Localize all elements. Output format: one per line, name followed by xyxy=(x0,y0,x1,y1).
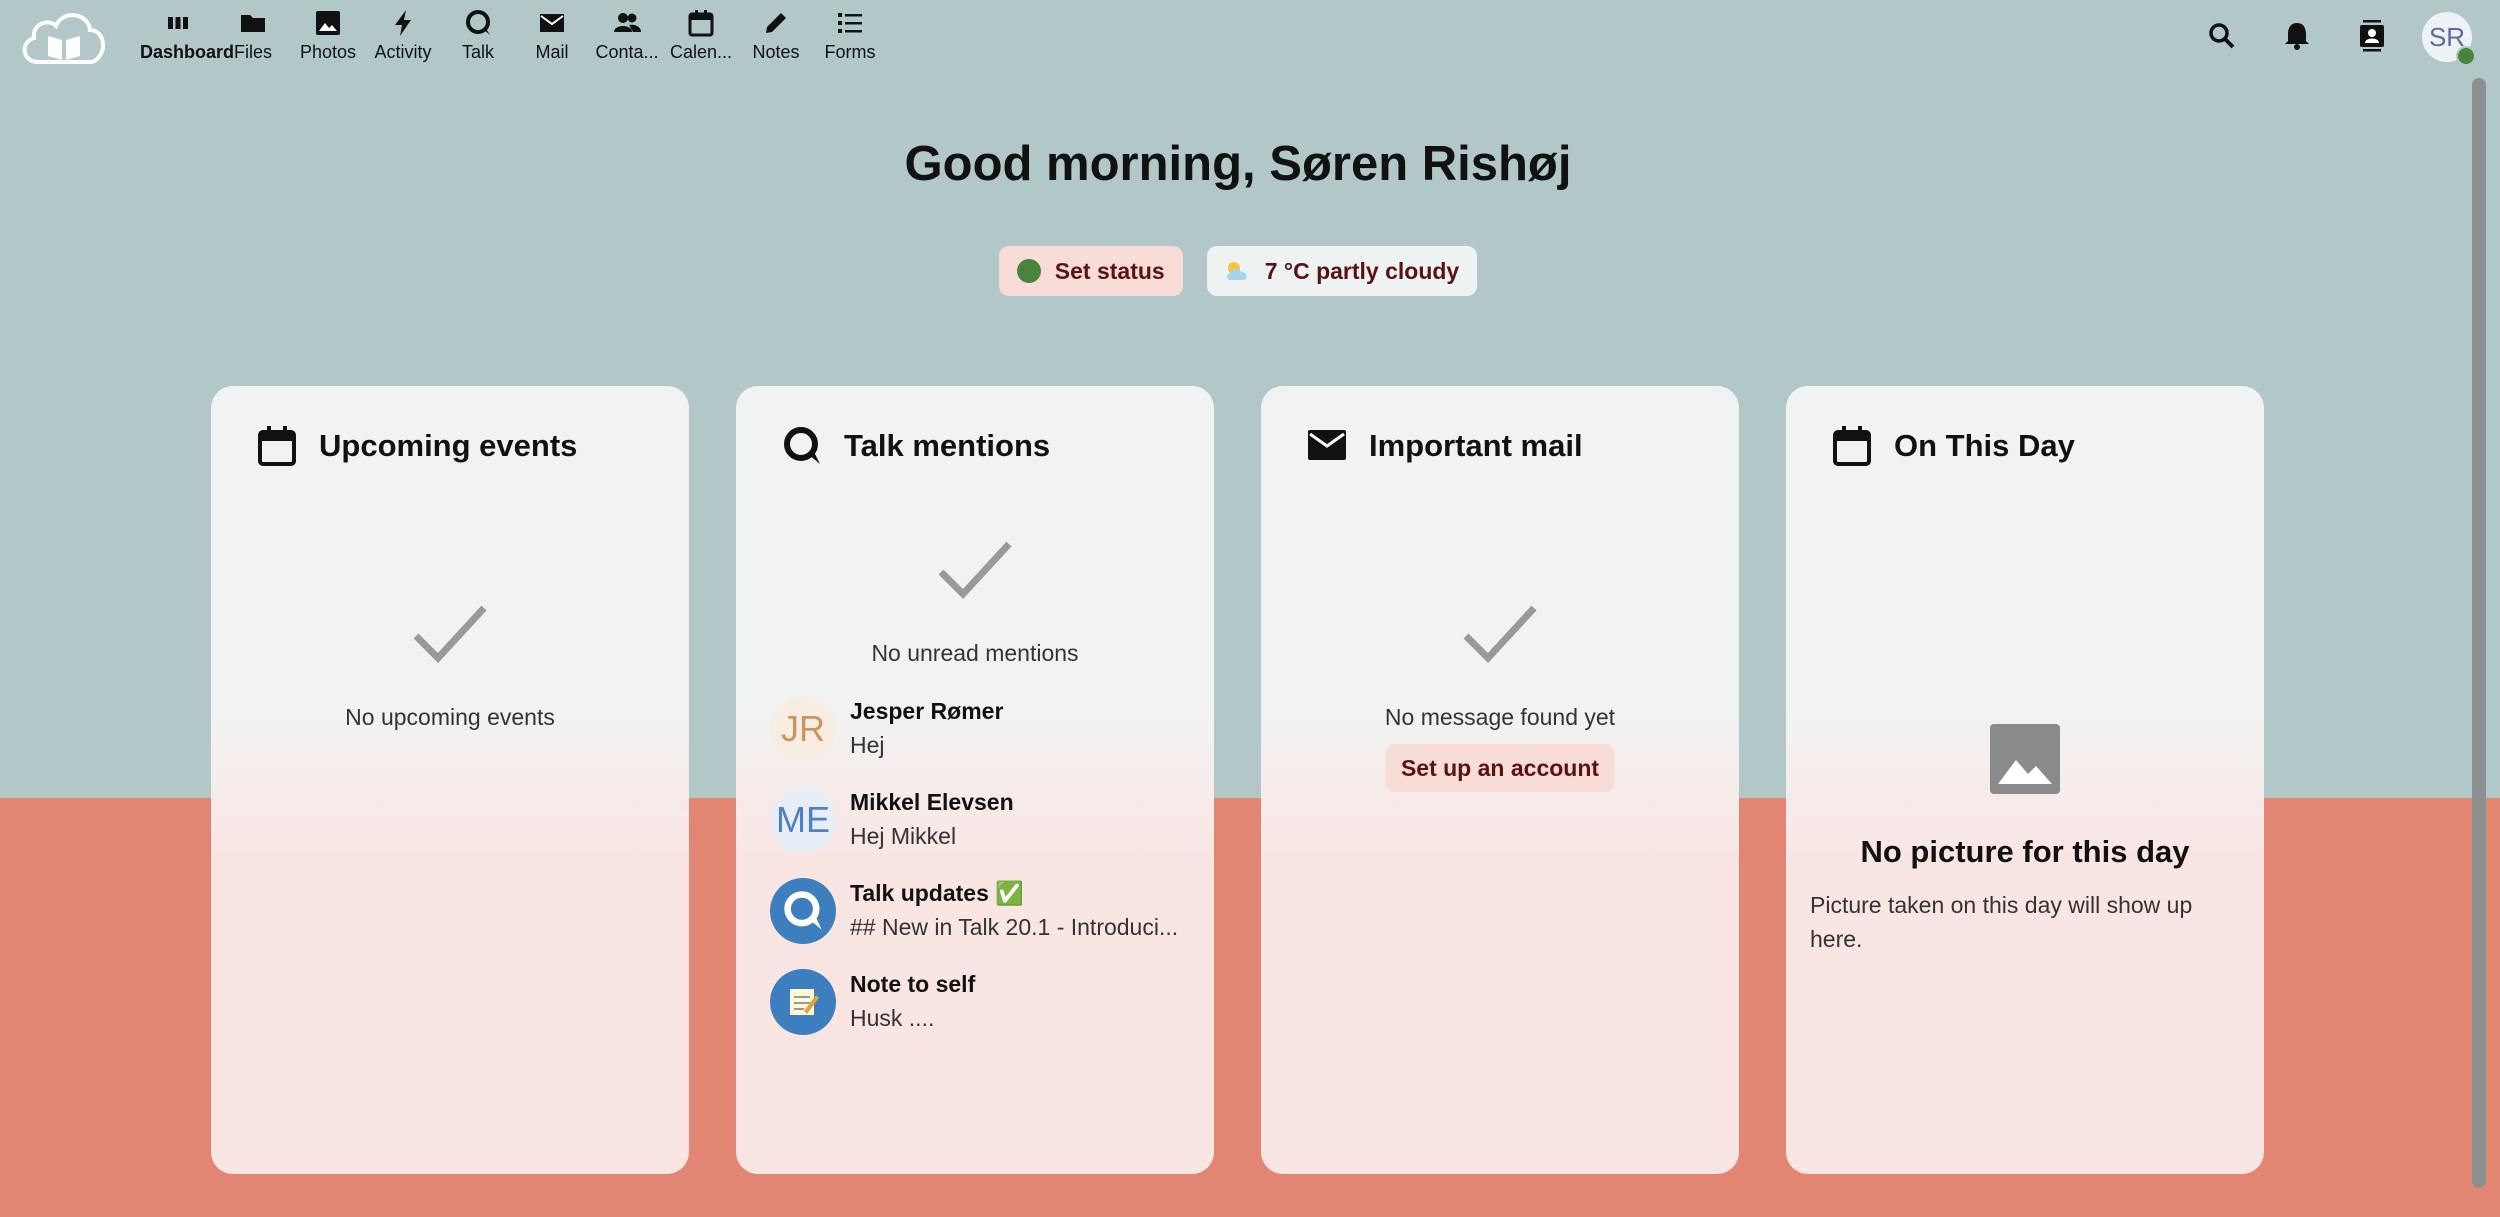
talk-icon xyxy=(784,427,820,464)
mail-icon xyxy=(540,14,564,32)
checkmark-icon xyxy=(938,541,1012,600)
app-dashboard[interactable]: Dashboard xyxy=(140,8,235,64)
list-item[interactable]: Talk updates ✅ ## New in Talk 20.1 - Int… xyxy=(770,878,1190,948)
list-icon xyxy=(838,13,862,33)
app-talk[interactable]: Talk xyxy=(440,8,516,64)
folder-icon xyxy=(241,15,265,32)
panel-header: Upcoming events xyxy=(257,426,577,466)
contacts-icon xyxy=(614,13,641,32)
greeting: Good morning, Søren Rishøj xyxy=(904,137,1572,191)
app-label: Conta... xyxy=(595,42,659,62)
calendar-icon xyxy=(258,426,296,466)
online-dot-icon xyxy=(1016,259,1041,283)
setup-account-button[interactable]: Set up an account xyxy=(1385,744,1615,792)
scrollbar[interactable] xyxy=(2472,78,2486,1188)
app-label: Forms xyxy=(824,42,876,62)
checkmark-icon xyxy=(1463,605,1537,664)
app-logo-icon[interactable] xyxy=(18,6,110,70)
avatar: ME xyxy=(770,787,836,853)
set-status-button[interactable]: Set status xyxy=(998,246,1183,296)
mention-message: Hej xyxy=(850,732,885,758)
pencil-icon xyxy=(766,13,786,33)
mention-name: Talk updates ✅ xyxy=(850,880,1024,906)
panel-talk-mentions: Talk mentions No unread mentions JR Jesp… xyxy=(736,386,1214,1174)
panel-title[interactable]: Talk mentions xyxy=(844,428,1050,464)
mention-message: Husk .... xyxy=(850,1005,935,1031)
panel-title[interactable]: Upcoming events xyxy=(319,428,577,464)
empty-text: No upcoming events xyxy=(345,704,555,730)
app-photos[interactable]: Photos xyxy=(290,8,366,64)
list-item[interactable]: ME Mikkel Elevsen Hej Mikkel xyxy=(770,787,1190,857)
search-icon[interactable] xyxy=(2202,16,2242,56)
app-forms[interactable]: Forms xyxy=(812,8,888,64)
online-status-indicator xyxy=(2456,46,2476,66)
mention-name: Mikkel Elevsen xyxy=(850,789,1014,815)
lightning-icon xyxy=(395,10,411,36)
mention-message: Hej Mikkel xyxy=(850,823,957,849)
empty-title: No picture for this day xyxy=(1860,834,2190,869)
image-placeholder-icon xyxy=(1990,724,2060,794)
partly-cloudy-icon xyxy=(1226,262,1247,280)
app-label: Notes xyxy=(752,42,800,62)
panel-title[interactable]: On This Day xyxy=(1894,428,2075,464)
mail-icon xyxy=(1308,430,1346,460)
notepad-icon xyxy=(790,989,819,1015)
panel-important-mail: Important mail No message found yet Set … xyxy=(1261,386,1739,1174)
weather-button[interactable]: 7 °C partly cloudy xyxy=(1206,246,1478,296)
panel-header: On This Day xyxy=(1832,426,2075,466)
mention-message: ## New in Talk 20.1 - Introduci... xyxy=(850,914,1179,940)
empty-text: No message found yet xyxy=(1384,704,1616,730)
list-item[interactable]: JR Jesper Rømer Hej xyxy=(770,696,1190,766)
panel-header: Important mail xyxy=(1307,426,1583,466)
dashboard-icon xyxy=(168,17,188,29)
app-label: Talk xyxy=(461,42,494,62)
list-item[interactable]: Note to self Husk .... xyxy=(770,969,1190,1039)
avatar xyxy=(770,969,836,1035)
set-status-label: Set status xyxy=(1054,257,1165,284)
app-label: Mail xyxy=(535,42,569,62)
avatar xyxy=(770,878,836,944)
avatar: JR xyxy=(770,696,836,762)
app-mail[interactable]: Mail xyxy=(514,8,590,64)
weather-label: 7 °C partly cloudy xyxy=(1264,257,1460,284)
app-calendar[interactable]: Calen... xyxy=(663,8,739,64)
app-label: Files xyxy=(233,42,272,62)
app-label: Photos xyxy=(299,42,357,62)
bell-icon[interactable] xyxy=(2277,16,2317,56)
calendar-icon xyxy=(688,10,714,37)
app-files[interactable]: Files xyxy=(215,8,291,64)
talk-icon xyxy=(784,891,822,930)
image-icon xyxy=(316,11,340,35)
panel-header: Talk mentions xyxy=(782,426,1050,466)
panel-title[interactable]: Important mail xyxy=(1369,428,1583,464)
talk-icon xyxy=(466,10,490,35)
calendar-icon xyxy=(1833,426,1871,466)
checkmark-icon xyxy=(413,605,487,664)
contacts-book-icon[interactable] xyxy=(2352,16,2392,56)
app-label: Dashboard xyxy=(140,42,235,62)
panel-on-this-day: On This Day No picture for this day Pict… xyxy=(1786,386,2264,1174)
empty-text: No unread mentions xyxy=(871,640,1079,666)
mention-name: Note to self xyxy=(850,971,976,997)
top-bar: Dashboard Files Photos Activity Talk Mai… xyxy=(0,0,2500,72)
app-activity[interactable]: Activity xyxy=(365,8,441,64)
app-contacts[interactable]: Conta... xyxy=(589,8,665,64)
status-row: Set status 7 °C partly cloudy xyxy=(0,246,2476,296)
app-label: Activity xyxy=(374,42,432,62)
app-notes[interactable]: Notes xyxy=(738,8,814,64)
panel-upcoming-events: Upcoming events No upcoming events xyxy=(211,386,689,1174)
empty-text: Picture taken on this day will show up h… xyxy=(1810,892,2193,952)
mention-name: Jesper Rømer xyxy=(850,698,1004,724)
app-label: Calen... xyxy=(669,42,733,62)
